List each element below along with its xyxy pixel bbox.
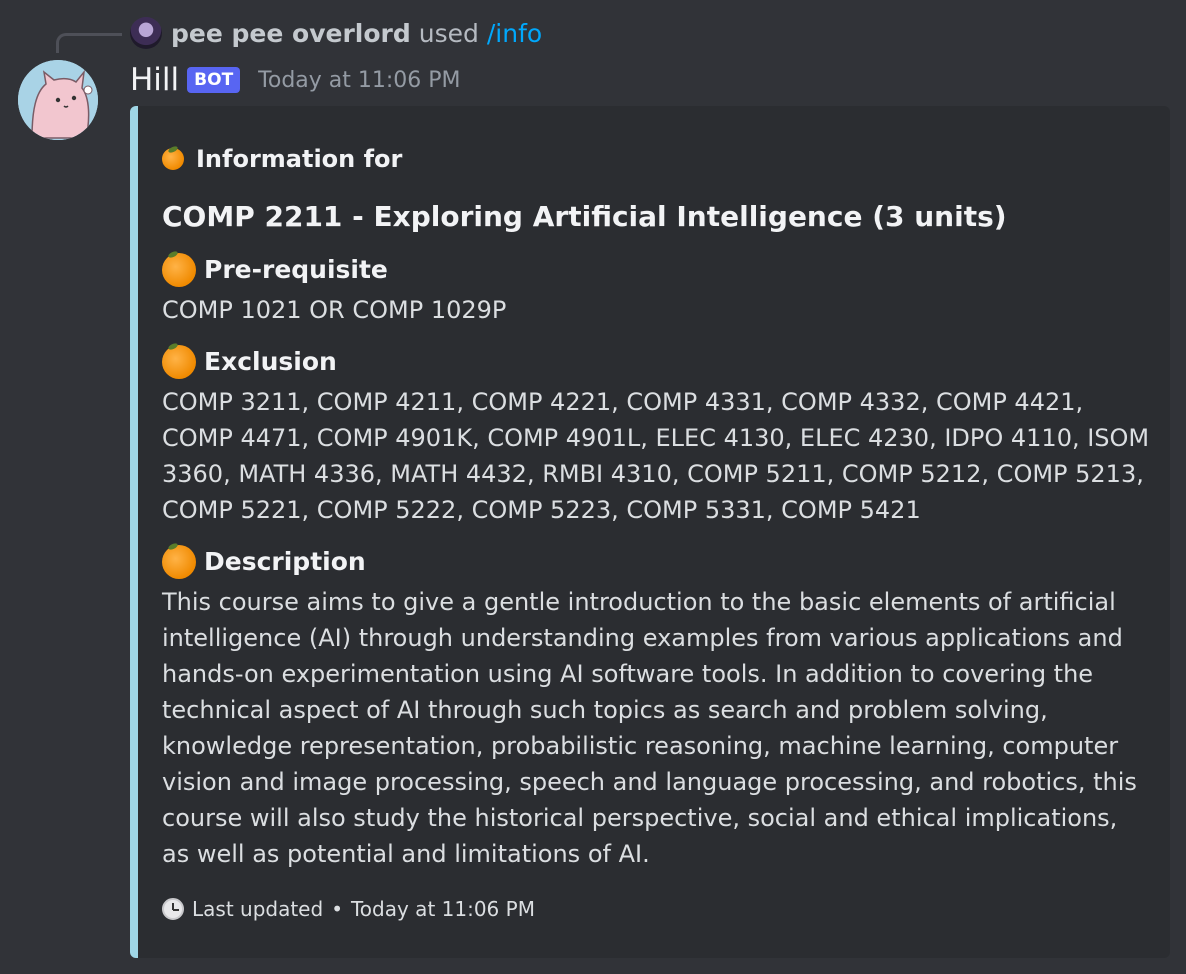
course-info-embed: Information for COMP 2211 - Exploring Ar…: [130, 106, 1170, 958]
field-name: Pre-requisite: [162, 252, 1152, 288]
tangerine-icon: [162, 253, 196, 287]
field-value: COMP 1021 OR COMP 1029P: [162, 296, 507, 324]
embed-author-text: Information for: [196, 145, 403, 173]
message-author[interactable]: Hill: [130, 62, 179, 98]
reply-verb: used: [418, 18, 479, 48]
field-name-text: Description: [204, 547, 366, 576]
field-name-text: Pre-requisite: [204, 255, 388, 284]
bot-badge: BOT: [187, 67, 241, 93]
footer-timestamp[interactable]: Today at 11:06 PM: [351, 897, 535, 921]
footer-text: Last updated: [192, 897, 324, 921]
bot-avatar[interactable]: [18, 60, 98, 140]
field-value: COMP 3211, COMP 4211, COMP 4221, COMP 43…: [162, 388, 1150, 524]
reply-context[interactable]: pee pee overlord used /info: [130, 14, 542, 52]
reply-user-avatar[interactable]: [130, 17, 162, 49]
reply-username[interactable]: pee pee overlord: [171, 19, 411, 48]
field-prerequisite: Pre-requisite COMP 1021 OR COMP 1029P: [162, 252, 1152, 328]
field-exclusion: Exclusion COMP 3211, COMP 4211, COMP 422…: [162, 344, 1152, 528]
footer-separator: •: [331, 897, 343, 921]
field-value: This course aims to give a gentle introd…: [162, 588, 1137, 868]
slash-command-link[interactable]: /info: [487, 19, 542, 48]
clock-icon: [162, 898, 184, 920]
field-name: Exclusion: [162, 344, 1152, 380]
embed-footer: Last updated • Today at 11:06 PM: [162, 894, 1152, 924]
reply-connector: [56, 33, 122, 53]
tangerine-icon: [162, 545, 196, 579]
embed-author: Information for: [162, 142, 1152, 176]
embed-title: COMP 2211 - Exploring Artificial Intelli…: [162, 200, 1007, 233]
field-name-text: Exclusion: [204, 347, 337, 376]
cat-avatar-icon: [18, 60, 98, 140]
tangerine-icon: [162, 148, 184, 170]
message-header: Hill BOT Today at 11:06 PM: [130, 58, 461, 102]
tangerine-icon: [162, 345, 196, 379]
message-timestamp[interactable]: Today at 11:06 PM: [258, 68, 460, 93]
field-description: Description This course aims to give a g…: [162, 544, 1152, 872]
field-name: Description: [162, 544, 1152, 580]
